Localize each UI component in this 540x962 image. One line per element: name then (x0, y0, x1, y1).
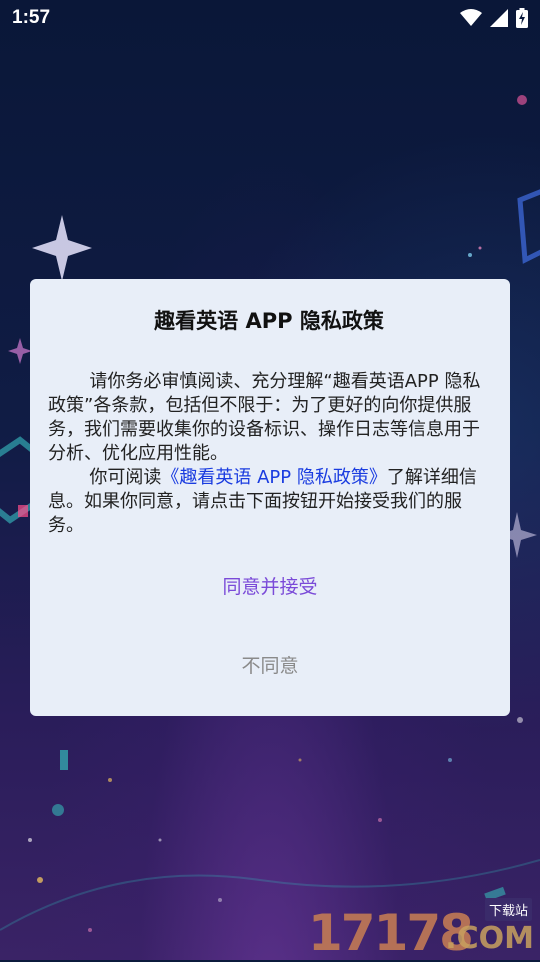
paragraph-2-prefix: 你可阅读 (89, 467, 162, 489)
decline-button[interactable]: 不同意 (30, 651, 510, 678)
status-icons (460, 8, 528, 28)
signal-icon (490, 9, 508, 27)
site-watermark: 17178 下载站 .COM (308, 898, 534, 958)
accept-button[interactable]: 同意并接受 (30, 572, 510, 599)
watermark-tag: 下载站 (484, 898, 532, 921)
dialog-body: 请你务必审慎阅读、充分理解“趣看英语APP 隐私政策”各条款，包括但不限于：为了… (48, 370, 490, 538)
privacy-policy-link[interactable]: 《趣看英语 APP 隐私政策》 (161, 467, 386, 488)
wifi-icon (460, 9, 482, 26)
watermark-site: .COM (445, 921, 534, 956)
privacy-dialog: 趣看英语 APP 隐私政策 请你务必审慎阅读、充分理解“趣看英语APP 隐私政策… (30, 279, 510, 716)
status-time: 1:57 (12, 7, 51, 28)
dialog-paragraph-2: 你可阅读《趣看英语 APP 隐私政策》了解详细信息。如果你同意，请点击下面按钮开… (48, 466, 490, 538)
dialog-paragraph-1: 请你务必审慎阅读、充分理解“趣看英语APP 隐私政策”各条款，包括但不限于：为了… (48, 371, 481, 465)
status-bar: 1:57 (0, 0, 540, 36)
dialog-title: 趣看英语 APP 隐私政策 (154, 309, 384, 333)
battery-charging-icon (516, 8, 528, 28)
